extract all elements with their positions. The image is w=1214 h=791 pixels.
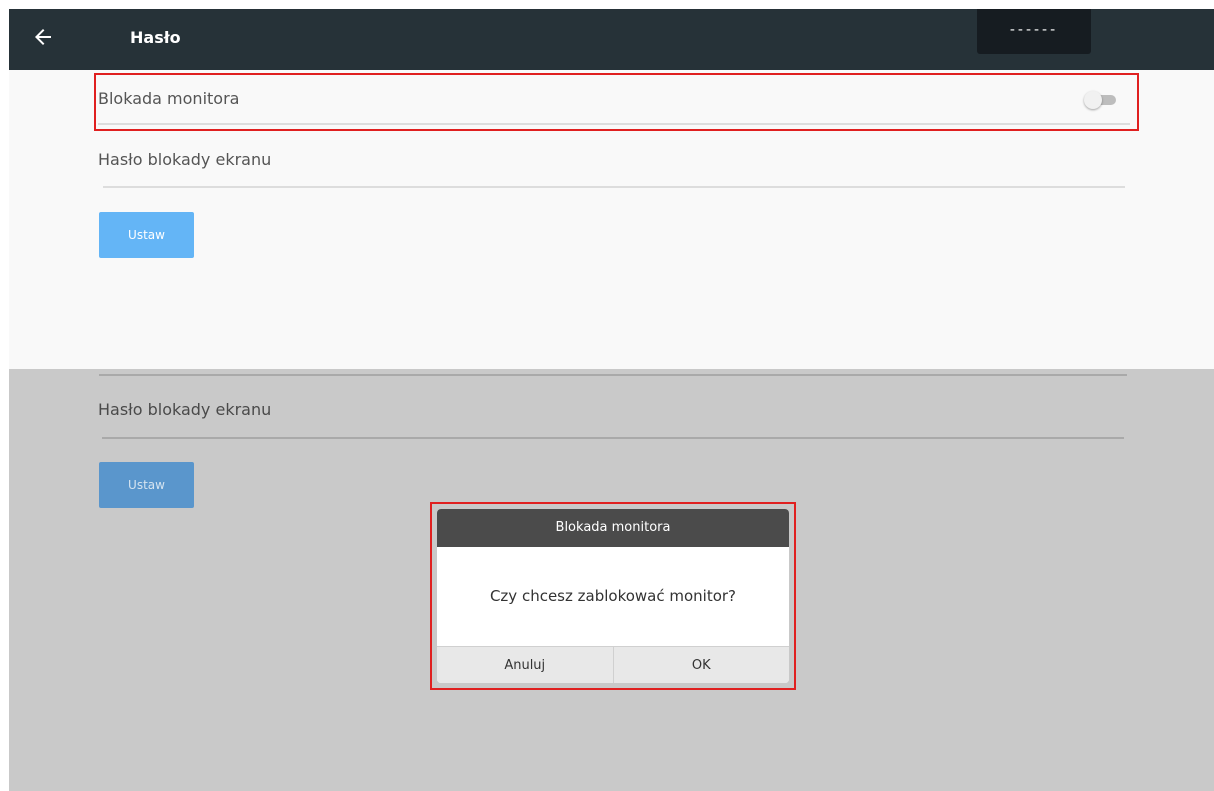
app-bar: Hasło ------ [9, 9, 1214, 70]
monitor-lock-divider-dimmed [99, 374, 1127, 376]
password-field-underline-dimmed [102, 437, 1124, 439]
dialog-highlight [430, 502, 796, 690]
password-field-underline [103, 186, 1125, 188]
top-screen: Hasło ------ Blokada monitora Hasło blok… [9, 9, 1214, 369]
arrow-left-icon[interactable] [31, 25, 55, 49]
password-display: ------ [977, 9, 1091, 54]
monitor-lock-highlight [94, 73, 1139, 131]
page-title: Hasło [130, 28, 181, 47]
screen-lock-password-label-dimmed: Hasło blokady ekranu [98, 400, 272, 419]
screen-lock-password-label: Hasło blokady ekranu [98, 150, 272, 169]
set-password-button-dimmed: Ustaw [99, 462, 194, 508]
set-password-button[interactable]: Ustaw [99, 212, 194, 258]
